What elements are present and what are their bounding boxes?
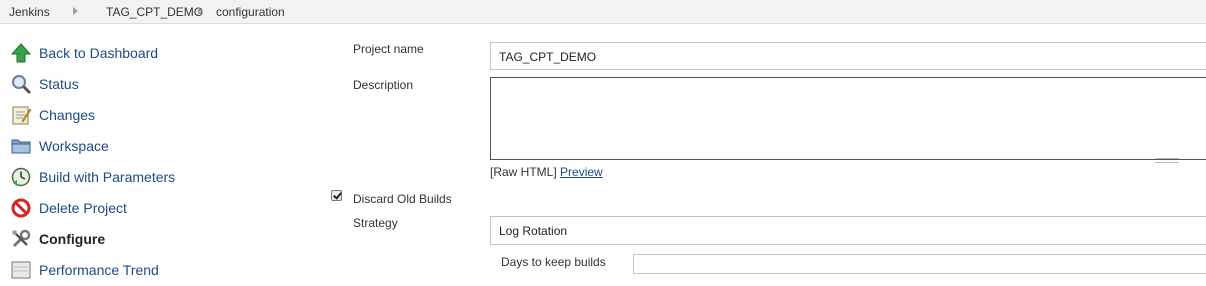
graph-icon (10, 259, 32, 281)
breadcrumb-item-configuration[interactable]: configuration (216, 5, 285, 19)
raw-html-text: [Raw HTML] (490, 165, 557, 179)
breadcrumb-item-jenkins[interactable]: Jenkins (9, 5, 50, 19)
description-label: Description (353, 78, 414, 92)
description-textarea[interactable] (490, 77, 1206, 163)
sidebar-item-configure[interactable]: Configure (10, 226, 105, 252)
strategy-select[interactable]: Log Rotation (490, 216, 1206, 245)
discard-old-builds-label: Discard Old Builds (353, 192, 452, 206)
wrench-icon (10, 228, 32, 250)
sidebar-item-label: Status (39, 76, 79, 92)
sidebar-item-label: Configure (39, 231, 106, 247)
textarea-resize-grip[interactable] (1155, 158, 1179, 163)
notepad-icon (10, 104, 32, 126)
sidebar-item-performance-trend[interactable]: Performance Trend (10, 257, 159, 283)
sidebar-item-label: Performance Trend (39, 262, 159, 278)
sidebar-item-workspace[interactable]: Workspace (10, 133, 109, 159)
search-icon (10, 73, 32, 95)
folder-icon (10, 135, 32, 157)
preview-link[interactable]: Preview (560, 165, 603, 179)
strategy-label: Strategy (353, 216, 398, 230)
sidebar-item-label: Workspace (39, 138, 109, 154)
no-entry-icon (10, 197, 32, 219)
sidebar-item-status[interactable]: Status (10, 71, 79, 97)
sidebar-item-label: Back to Dashboard (39, 45, 159, 61)
sidebar-item-label: Delete Project (39, 200, 127, 216)
description-format-hint: [Raw HTML] Preview (490, 165, 603, 179)
days-to-keep-input[interactable] (633, 254, 1206, 274)
clock-icon (10, 166, 32, 188)
sidebar-item-label: Changes (39, 107, 96, 123)
sidebar-item-back-to-dashboard[interactable]: Back to Dashboard (10, 40, 158, 66)
breadcrumb-item-project[interactable]: TAG_CPT_DEMO (106, 5, 203, 19)
sidebar-item-label: Build with Parameters (39, 169, 176, 185)
sidebar-item-build-with-parameters[interactable]: Build with Parameters (10, 164, 175, 190)
breadcrumb-separator-icon (198, 7, 203, 15)
sidebar-item-delete-project[interactable]: Delete Project (10, 195, 127, 221)
sidebar: Back to Dashboard Status Changes Workspa… (0, 24, 320, 279)
days-to-keep-label: Days to keep builds (501, 255, 606, 269)
up-arrow-icon (10, 42, 32, 64)
discard-old-builds-checkbox[interactable] (331, 190, 342, 201)
project-name-input[interactable]: TAG_CPT_DEMO (490, 42, 1206, 70)
sidebar-item-changes[interactable]: Changes (10, 102, 95, 128)
breadcrumb: Jenkins TAG_CPT_DEMO configuration (0, 0, 1206, 24)
breadcrumb-separator-icon (73, 7, 78, 15)
project-name-label: Project name (353, 42, 424, 56)
